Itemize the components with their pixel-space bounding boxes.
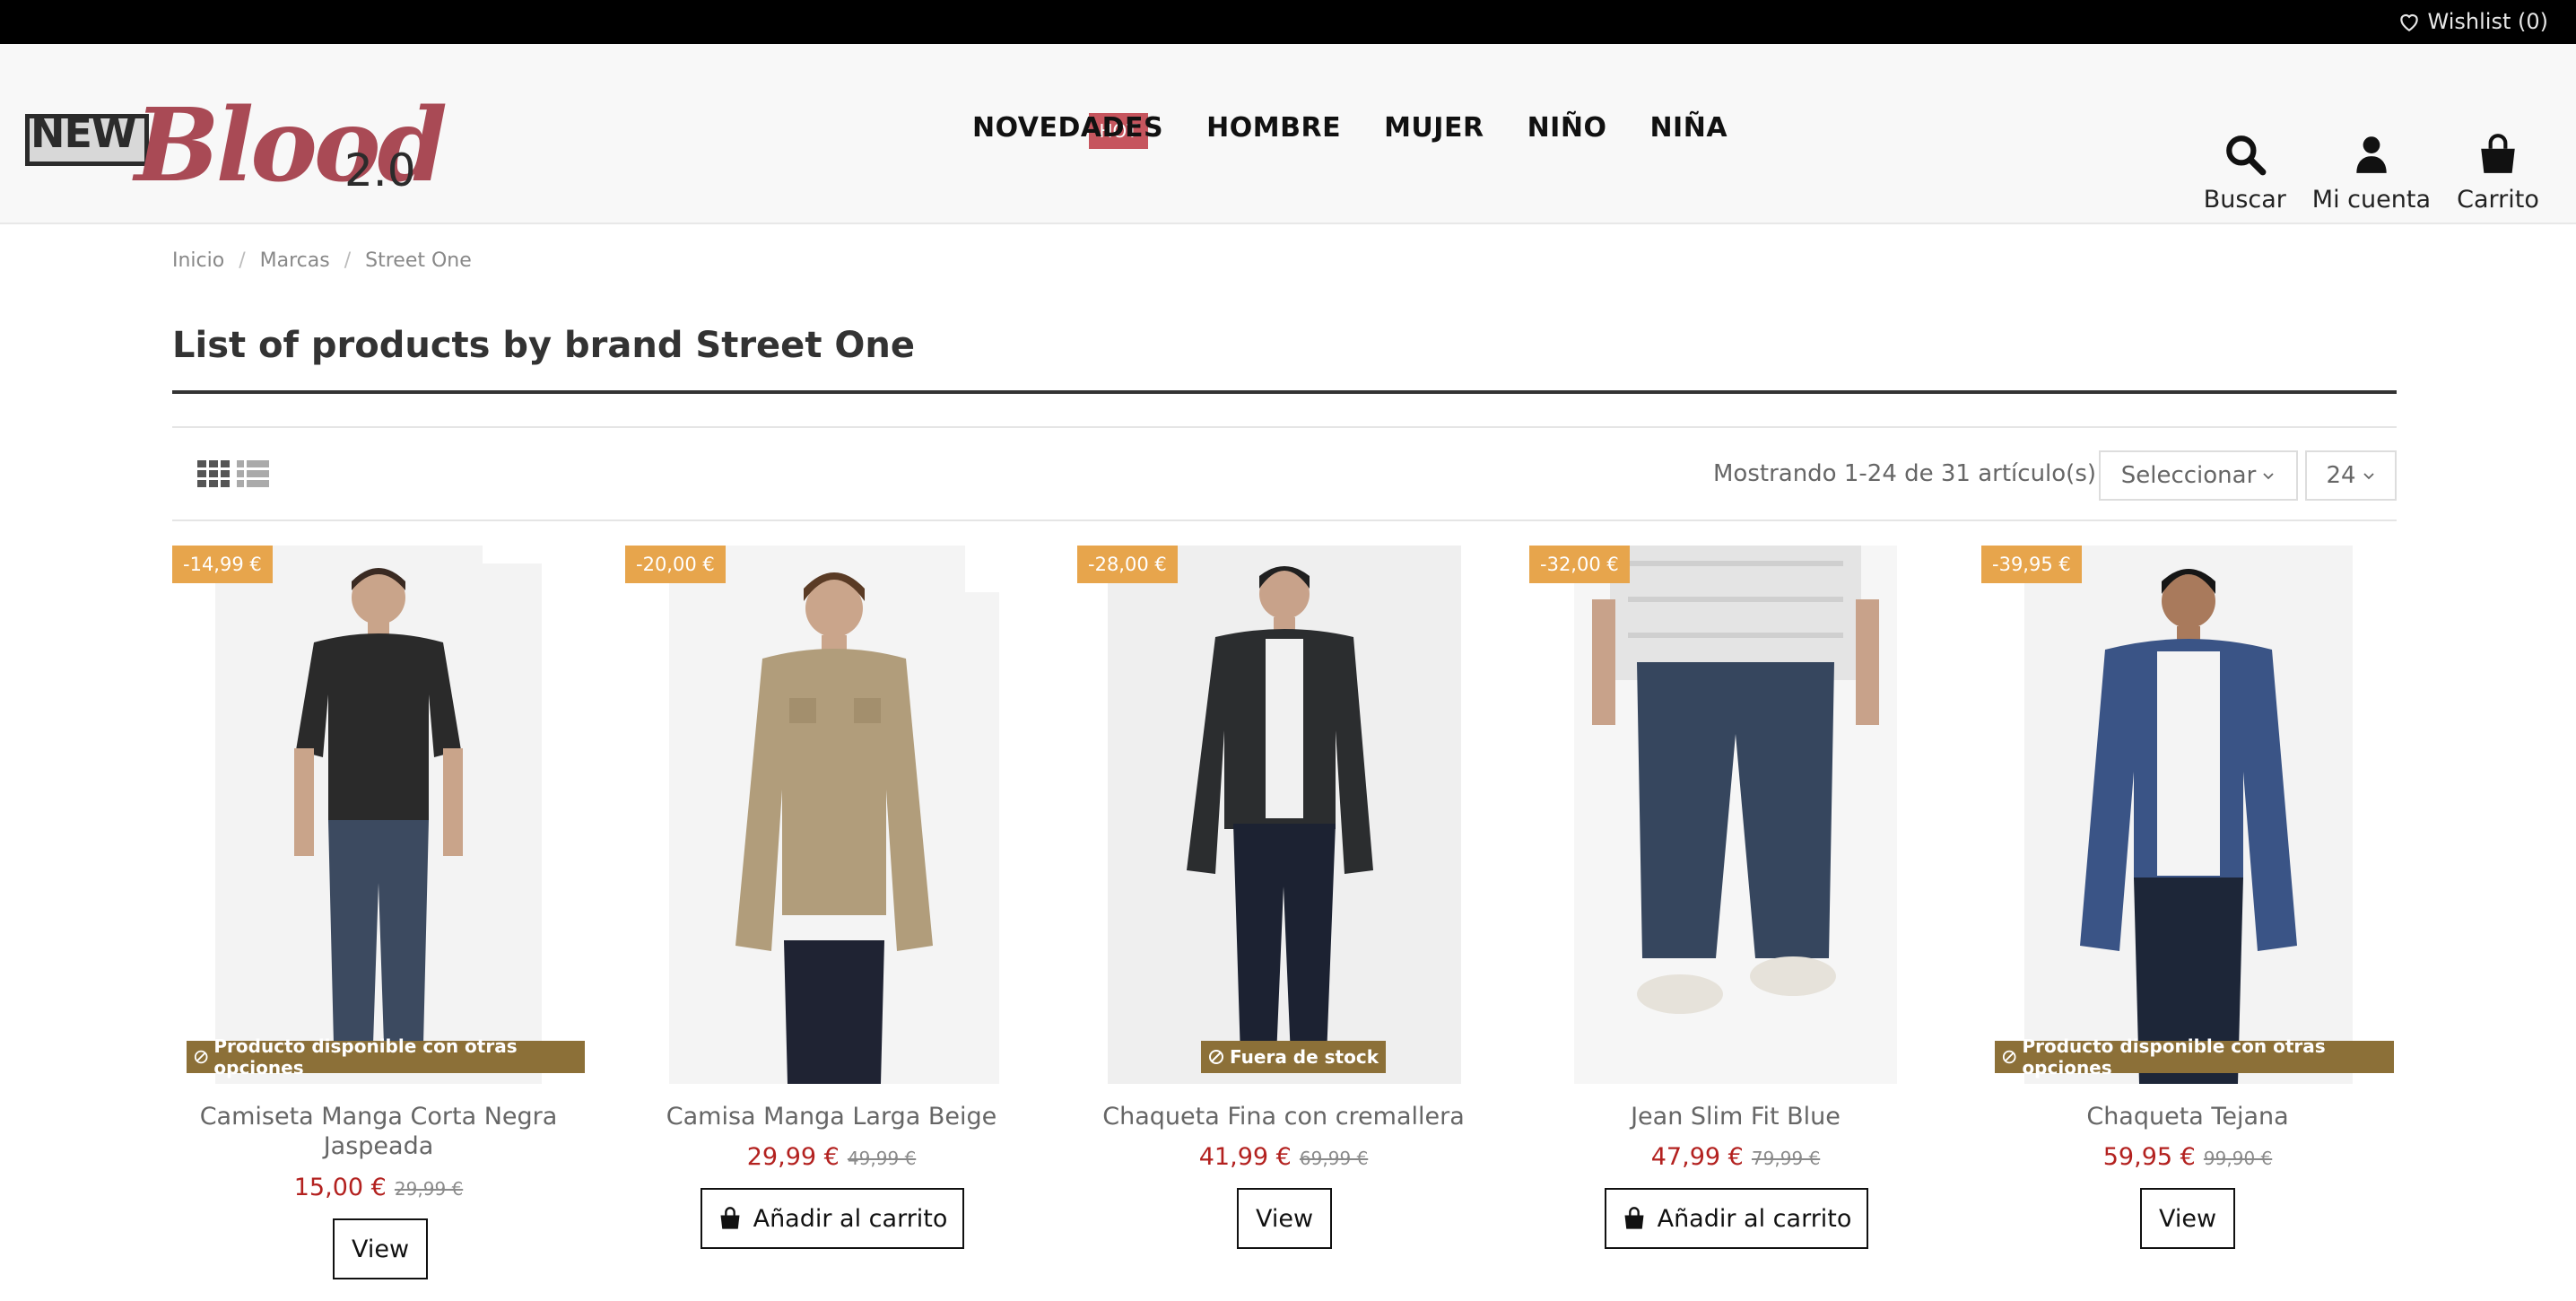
breadcrumb-home[interactable]: Inicio	[172, 249, 224, 272]
product-price: 41,99 €	[1198, 1143, 1292, 1171]
discount-badge: -39,95 €	[1981, 546, 2082, 583]
availability-text: Producto disponible con otras opciones	[2022, 1035, 2326, 1078]
product-photo	[1108, 546, 1461, 1084]
availability-text: Fuera de stock	[1230, 1046, 1379, 1068]
heart-icon	[2399, 13, 2418, 32]
sort-select[interactable]: Seleccionar	[2099, 450, 2298, 501]
product-image[interactable]	[2024, 546, 2353, 1084]
price-row: 59,95 € 99,90 €	[1981, 1143, 2394, 1171]
shopping-bag-icon	[2481, 134, 2515, 173]
availability-text: Producto disponible con otras opciones	[213, 1035, 518, 1078]
breadcrumb-separator: /	[344, 249, 352, 272]
per-page-value: 24	[2326, 462, 2356, 489]
availability-badge: Producto disponible con otras opciones	[187, 1035, 585, 1078]
product-photo	[2024, 546, 2353, 1084]
chevron-down-icon	[2263, 473, 2274, 480]
product-old-price: 49,99 €	[847, 1148, 917, 1169]
per-page-select[interactable]: 24	[2305, 450, 2397, 501]
product-image[interactable]	[215, 546, 542, 1084]
ban-icon	[2002, 1050, 2016, 1064]
nav-item-nino[interactable]: NIÑO	[1506, 112, 1629, 144]
discount-badge: -20,00 €	[625, 546, 726, 583]
page-title: List of products by brand Street One	[172, 325, 915, 366]
add-to-cart-button[interactable]: Añadir al carrito	[1605, 1188, 1868, 1249]
ban-icon	[194, 1050, 208, 1064]
product-old-price: 29,99 €	[394, 1178, 464, 1200]
product-old-price: 69,99 €	[1299, 1148, 1369, 1169]
header-tools: Buscar Mi cuenta Carrito	[2203, 132, 2540, 214]
product-photo	[669, 546, 999, 1084]
product-name[interactable]: Camiseta Manga Corta Negra Jaspeada	[172, 1102, 585, 1161]
cart-button[interactable]: Carrito	[2456, 132, 2540, 214]
discount-badge: -14,99 €	[172, 546, 273, 583]
product-photo	[1574, 546, 1897, 1084]
title-divider	[172, 390, 2397, 394]
top-bar: Wishlist (0)	[0, 0, 2576, 44]
price-row: 29,99 € 49,99 €	[625, 1143, 1038, 1171]
view-button-label: View	[351, 1235, 410, 1263]
breadcrumb-current: Street One	[365, 249, 472, 272]
site-logo[interactable]: NEW Blood 2.0	[18, 71, 448, 205]
price-row: 47,99 € 79,99 €	[1529, 1143, 1942, 1171]
availability-badge: Producto disponible con otras opciones	[1995, 1035, 2394, 1078]
shopping-bag-icon	[1624, 1207, 1644, 1229]
breadcrumb-separator: /	[239, 249, 246, 272]
wishlist-link[interactable]: Wishlist (0)	[2398, 5, 2548, 38]
add-to-cart-label: Añadir al carrito	[1657, 1204, 1852, 1233]
ban-icon	[1209, 1050, 1223, 1064]
nav-item-novedades[interactable]: NOVEDADES	[951, 112, 1185, 144]
logo-version-text: 2.0	[344, 144, 416, 196]
cart-label: Carrito	[2457, 186, 2539, 214]
product-name[interactable]: Camisa Manga Larga Beige	[625, 1102, 1038, 1131]
add-to-cart-label: Añadir al carrito	[753, 1204, 948, 1233]
view-button[interactable]: View	[2140, 1188, 2235, 1249]
nav-item-mujer[interactable]: MUJER	[1362, 112, 1505, 144]
breadcrumb-brands[interactable]: Marcas	[260, 249, 330, 272]
product-old-price: 79,99 €	[1751, 1148, 1821, 1169]
price-row: 41,99 € 69,99 €	[1077, 1143, 1490, 1171]
product-image[interactable]	[669, 546, 999, 1084]
breadcrumb: Inicio / Marcas / Street One	[172, 249, 472, 272]
price-row: 15,00 € 29,99 €	[172, 1174, 585, 1201]
search-label: Buscar	[2203, 186, 2286, 214]
view-button-label: View	[2158, 1204, 2217, 1233]
grid-view-icon[interactable]	[197, 460, 230, 487]
logo-new-text: NEW	[30, 109, 137, 157]
product-name[interactable]: Chaqueta Fina con cremallera	[1077, 1102, 1490, 1131]
account-button[interactable]: Mi cuenta	[2312, 132, 2431, 214]
product-count-text: Mostrando 1-24 de 31 artículo(s)	[1713, 460, 2097, 487]
product-name[interactable]: Chaqueta Tejana	[1981, 1102, 2394, 1131]
wishlist-label: Wishlist (0)	[2427, 9, 2548, 34]
product-image[interactable]	[1108, 546, 1461, 1084]
search-button[interactable]: Buscar	[2203, 132, 2287, 214]
product-name[interactable]: Jean Slim Fit Blue	[1529, 1102, 1942, 1131]
product-image[interactable]	[1574, 546, 1897, 1084]
availability-badge: Fuera de stock	[1201, 1041, 1386, 1073]
add-to-cart-button[interactable]: Añadir al carrito	[701, 1188, 964, 1249]
nav-item-nina[interactable]: NIÑA	[1628, 112, 1749, 144]
product-toolbar: Mostrando 1-24 de 31 artículo(s) Selecci…	[172, 426, 2397, 521]
account-label: Mi cuenta	[2311, 186, 2431, 214]
view-button[interactable]: View	[1237, 1188, 1332, 1249]
user-icon	[2356, 136, 2387, 173]
product-price: 47,99 €	[1650, 1143, 1744, 1171]
product-price: 29,99 €	[746, 1143, 840, 1171]
nav-item-hombre[interactable]: HOMBRE	[1185, 112, 1362, 144]
view-button-label: View	[1255, 1204, 1314, 1233]
chevron-down-icon	[2363, 473, 2374, 480]
shopping-bag-icon	[720, 1207, 740, 1229]
product-price: 59,95 €	[2102, 1143, 2196, 1171]
sort-select-value: Seleccionar	[2120, 462, 2257, 489]
search-icon	[2225, 135, 2267, 176]
view-button[interactable]: View	[333, 1218, 428, 1279]
discount-badge: -28,00 €	[1077, 546, 1178, 583]
product-photo	[215, 546, 542, 1084]
site-header: NEW Blood 2.0 HOT NOVEDADES HOMBRE MUJER…	[0, 44, 2576, 224]
product-old-price: 99,90 €	[2203, 1148, 2273, 1169]
list-view-icon[interactable]	[237, 460, 269, 487]
main-nav: NOVEDADES HOMBRE MUJER NIÑO NIÑA	[951, 112, 1749, 144]
discount-badge: -32,00 €	[1529, 546, 1630, 583]
product-price: 15,00 €	[293, 1174, 387, 1201]
